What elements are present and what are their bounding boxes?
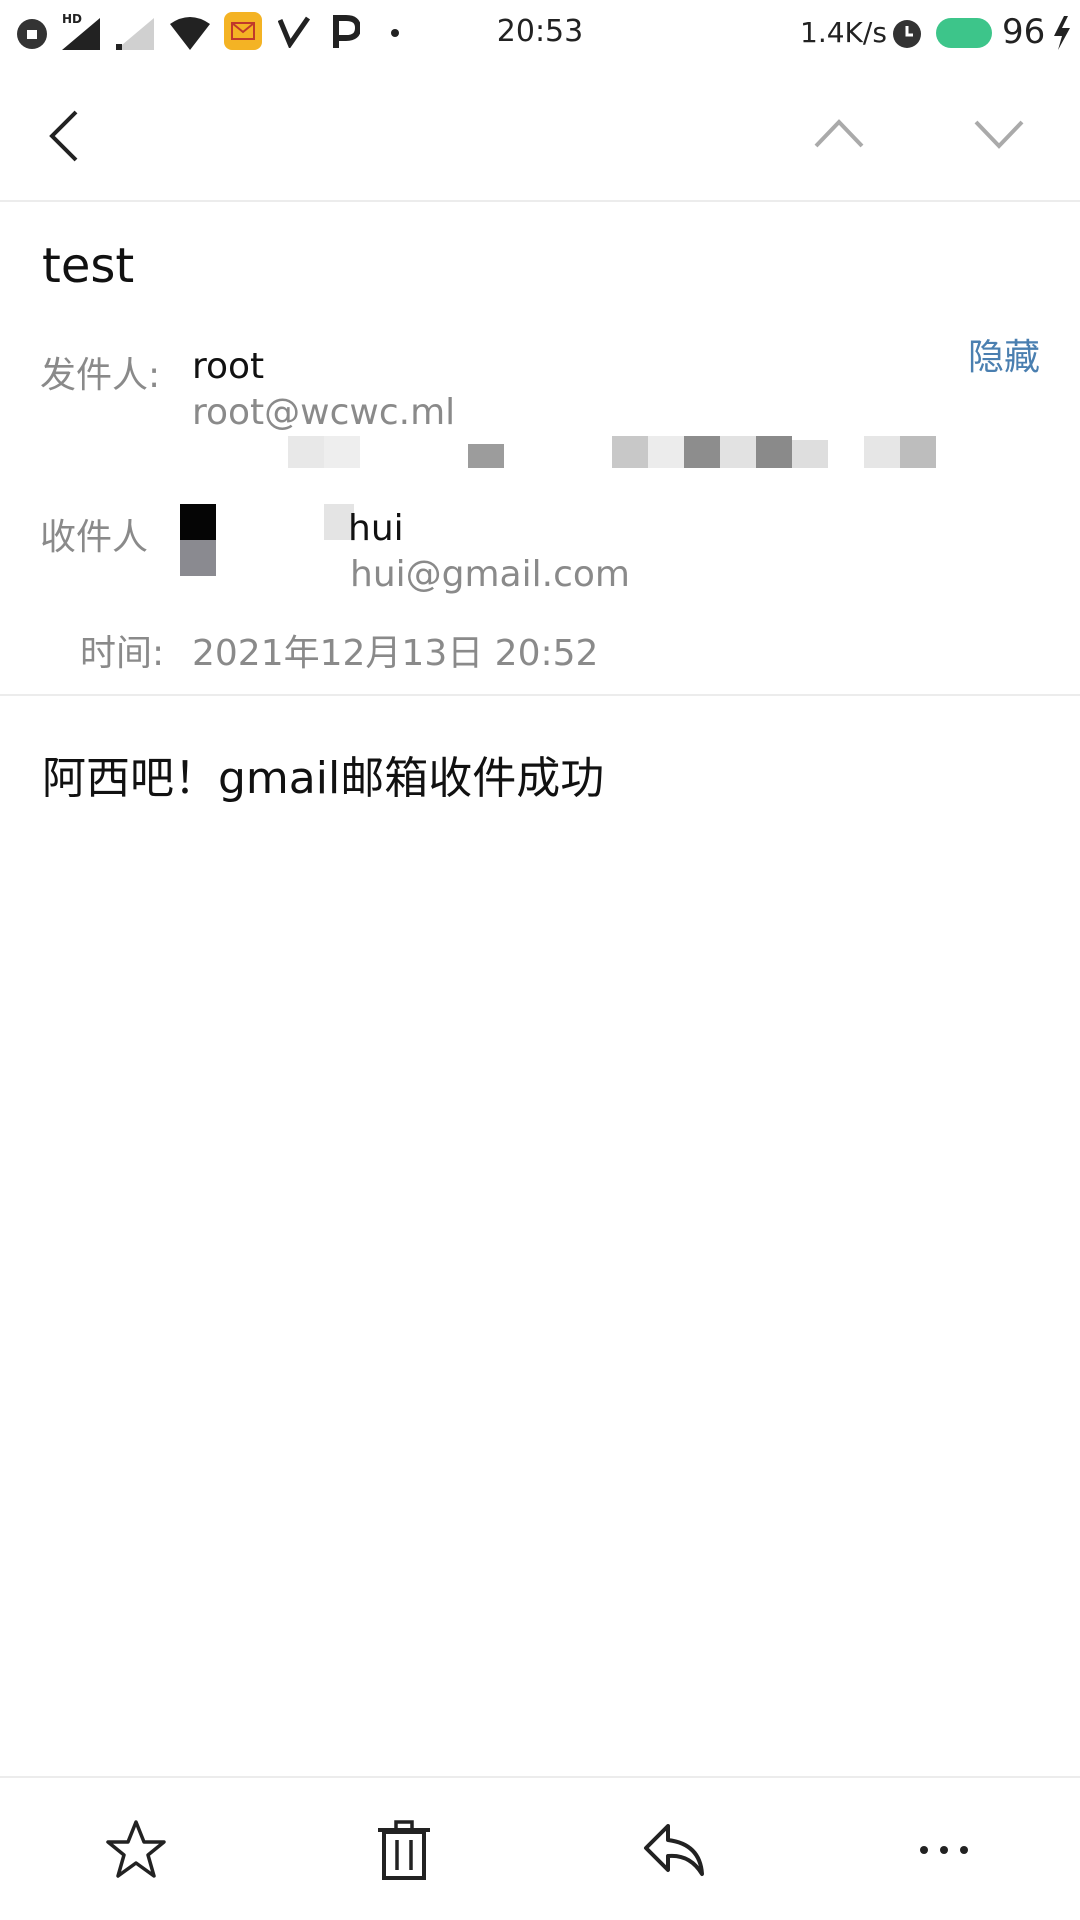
down-chevron-icon[interactable]: [974, 118, 1024, 150]
recipient-email[interactable]: hui@gmail.com: [350, 554, 630, 595]
back-chevron-icon[interactable]: [44, 108, 84, 164]
reply-icon[interactable]: [642, 1818, 706, 1882]
battery-level: 96: [1002, 12, 1046, 52]
header-divider: [0, 200, 1080, 202]
network-speed: 1.4K/s: [800, 16, 887, 49]
recipient-name[interactable]: hui: [348, 508, 404, 549]
charging-icon: [1054, 16, 1070, 50]
alarm-icon: [893, 20, 921, 48]
from-label: 发件人:: [40, 355, 161, 396]
bottom-toolbar: [0, 1778, 1080, 1920]
sender-email[interactable]: root@wcwc.ml: [192, 392, 455, 433]
status-bar: HD 20:53 1.4K/s 96: [0, 0, 1080, 70]
redacted-block: [288, 436, 938, 468]
mail-body: 阿西吧！gmail邮箱收件成功: [42, 753, 605, 804]
star-icon[interactable]: [104, 1818, 168, 1882]
sender-name[interactable]: root: [192, 346, 264, 387]
mail-subject: test: [42, 238, 135, 294]
up-chevron-icon[interactable]: [814, 118, 864, 150]
mail-timestamp: 2021年12月13日 20:52: [192, 633, 599, 674]
battery-icon: [936, 18, 992, 48]
to-label: 收件人: [40, 517, 149, 558]
time-label: 时间:: [80, 633, 165, 674]
hide-details-link[interactable]: 隐藏: [968, 328, 1040, 380]
body-divider: [0, 694, 1080, 696]
redacted-block: [180, 504, 356, 576]
more-icon[interactable]: [912, 1818, 976, 1882]
trash-icon[interactable]: [372, 1818, 436, 1882]
